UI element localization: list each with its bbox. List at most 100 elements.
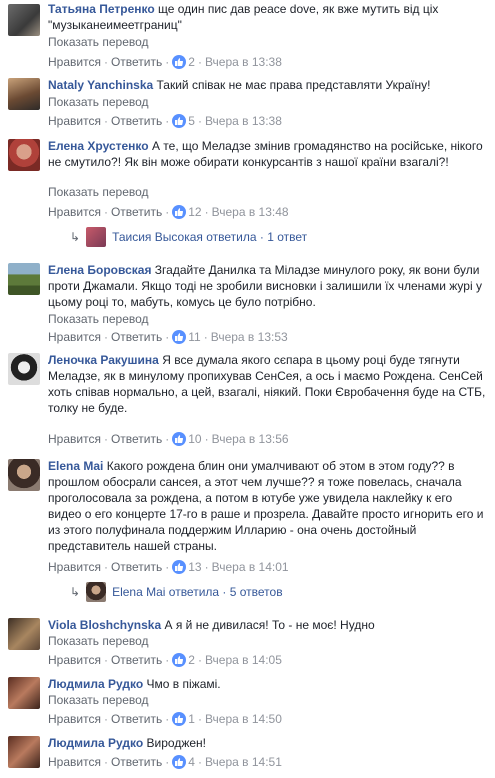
like-count[interactable]: 2: [188, 653, 195, 667]
comment-timestamp[interactable]: Вчера в 14:51: [205, 755, 282, 769]
comment-text: Такий співак не має права представляти У…: [156, 78, 431, 92]
separator: ·: [204, 560, 209, 574]
like-link[interactable]: Нравится: [48, 330, 101, 344]
like-icon: [172, 755, 187, 769]
separator: ·: [197, 55, 202, 69]
reply-link[interactable]: Ответить: [111, 755, 162, 769]
reply-link[interactable]: Ответить: [111, 55, 162, 69]
reply-author[interactable]: Таисия Высокая: [112, 230, 203, 244]
separator: ·: [165, 205, 170, 219]
separator: ·: [165, 712, 170, 726]
separator: ·: [197, 712, 202, 726]
comment-timestamp[interactable]: Вчера в 14:01: [212, 560, 289, 574]
show-translation-link[interactable]: Показать перевод: [48, 94, 149, 110]
avatar[interactable]: [8, 736, 40, 768]
separator: ·: [197, 653, 202, 667]
avatar[interactable]: [8, 4, 40, 36]
avatar[interactable]: [8, 353, 40, 385]
show-translation-link[interactable]: Показать перевод: [48, 311, 149, 327]
reply-link[interactable]: Ответить: [111, 560, 162, 574]
avatar[interactable]: [8, 677, 40, 709]
avatar[interactable]: [8, 459, 40, 491]
like-count[interactable]: 2: [188, 55, 195, 69]
comment-author[interactable]: Леночка Ракушина: [48, 353, 159, 367]
separator: ·: [103, 755, 108, 769]
like-count[interactable]: 10: [188, 432, 201, 446]
separator: ·: [165, 755, 170, 769]
like-link[interactable]: Нравится: [48, 432, 101, 446]
comment-text: Чмо в піжамі.: [146, 677, 221, 691]
like-count[interactable]: 13: [188, 560, 201, 574]
comment-author[interactable]: Людмила Рудко: [48, 677, 143, 691]
comment-timestamp[interactable]: Вчера в 13:56: [212, 432, 289, 446]
avatar[interactable]: [8, 139, 40, 171]
comment-text: Какого рождена блин они умалчивают об эт…: [48, 459, 484, 553]
like-count[interactable]: 11: [188, 330, 200, 344]
reply-arrow-icon: ↳: [70, 585, 81, 599]
separator: ·: [103, 114, 108, 128]
comment-author[interactable]: Татьяна Петренко: [48, 2, 155, 16]
reply-link[interactable]: Ответить: [111, 432, 162, 446]
like-link[interactable]: Нравится: [48, 712, 101, 726]
separator: ·: [204, 432, 209, 446]
separator: ·: [103, 432, 108, 446]
like-link[interactable]: Нравится: [48, 55, 101, 69]
show-translation-link[interactable]: Показать перевод: [48, 692, 149, 708]
comment-timestamp[interactable]: Вчера в 14:05: [205, 653, 282, 667]
like-count[interactable]: 12: [188, 205, 201, 219]
like-count[interactable]: 5: [188, 114, 195, 128]
like-link[interactable]: Нравится: [48, 205, 101, 219]
like-link[interactable]: Нравится: [48, 560, 101, 574]
comment-author[interactable]: Viola Bloshchynska: [48, 618, 161, 632]
separator: ·: [103, 205, 108, 219]
reply-author[interactable]: Elena Mai: [112, 585, 165, 599]
reply-link[interactable]: Ответить: [111, 330, 162, 344]
like-icon: [172, 560, 187, 574]
reply-link[interactable]: Ответить: [111, 653, 162, 667]
comment-timestamp[interactable]: Вчера в 13:38: [205, 55, 282, 69]
separator: ·: [103, 330, 108, 344]
comment-author[interactable]: Nataly Yanchinska: [48, 78, 153, 92]
comment-actions: Нравится · Ответить · 5 · Вчера в 13:38: [48, 113, 282, 129]
comment-timestamp[interactable]: Вчера в 13:48: [212, 205, 289, 219]
reply-link[interactable]: Ответить: [111, 114, 162, 128]
avatar[interactable]: [8, 78, 40, 110]
comment-author[interactable]: Людмила Рудко: [48, 736, 143, 750]
like-icon: [172, 432, 187, 446]
like-link[interactable]: Нравится: [48, 114, 101, 128]
like-link[interactable]: Нравится: [48, 653, 101, 667]
separator: ·: [204, 205, 209, 219]
comment-timestamp[interactable]: Вчера в 13:53: [211, 330, 288, 344]
comment-timestamp[interactable]: Вчера в 14:50: [205, 712, 282, 726]
replies-link[interactable]: ↳ Таисия Высокая ответила · 1 ответ: [70, 227, 307, 247]
separator: ·: [103, 560, 108, 574]
reply-link[interactable]: Ответить: [111, 205, 162, 219]
reply-avatar: [86, 582, 107, 602]
like-icon: [172, 653, 187, 667]
replies-count[interactable]: ответила · 5 ответов: [169, 585, 283, 599]
avatar[interactable]: [8, 618, 40, 650]
separator: ·: [103, 653, 108, 667]
comment-author[interactable]: Elena Mai: [48, 459, 103, 473]
separator: ·: [197, 114, 202, 128]
comment-actions: Нравится · Ответить · 4 · Вчера в 14:51: [48, 754, 282, 770]
comment-actions: Нравится · Ответить · 1 · Вчера в 14:50: [48, 711, 282, 727]
comment-author[interactable]: Елена Хрустенко: [48, 139, 149, 153]
avatar[interactable]: [8, 263, 40, 295]
reply-arrow-icon: ↳: [70, 230, 81, 244]
comment-timestamp[interactable]: Вчера в 13:38: [205, 114, 282, 128]
comment-actions: Нравится · Ответить · 11 · Вчера в 13:53: [48, 329, 288, 345]
comment-actions: Нравится · Ответить · 12 · Вчера в 13:48: [48, 204, 289, 220]
show-translation-link[interactable]: Показать перевод: [48, 633, 149, 649]
comment-actions: Нравится · Ответить · 10 · Вчера в 13:56: [48, 431, 289, 447]
like-count[interactable]: 1: [188, 712, 195, 726]
comment-author[interactable]: Елена Боровская: [48, 263, 151, 277]
show-translation-link[interactable]: Показать перевод: [48, 34, 149, 50]
like-link[interactable]: Нравится: [48, 755, 101, 769]
replies-link[interactable]: ↳ Elena Mai ответила · 5 ответов: [70, 582, 283, 602]
comment-text: Вироджен!: [146, 736, 206, 750]
show-translation-link[interactable]: Показать перевод: [48, 184, 149, 200]
reply-link[interactable]: Ответить: [111, 712, 162, 726]
like-count[interactable]: 4: [188, 755, 195, 769]
replies-count[interactable]: ответила · 1 ответ: [206, 230, 307, 244]
